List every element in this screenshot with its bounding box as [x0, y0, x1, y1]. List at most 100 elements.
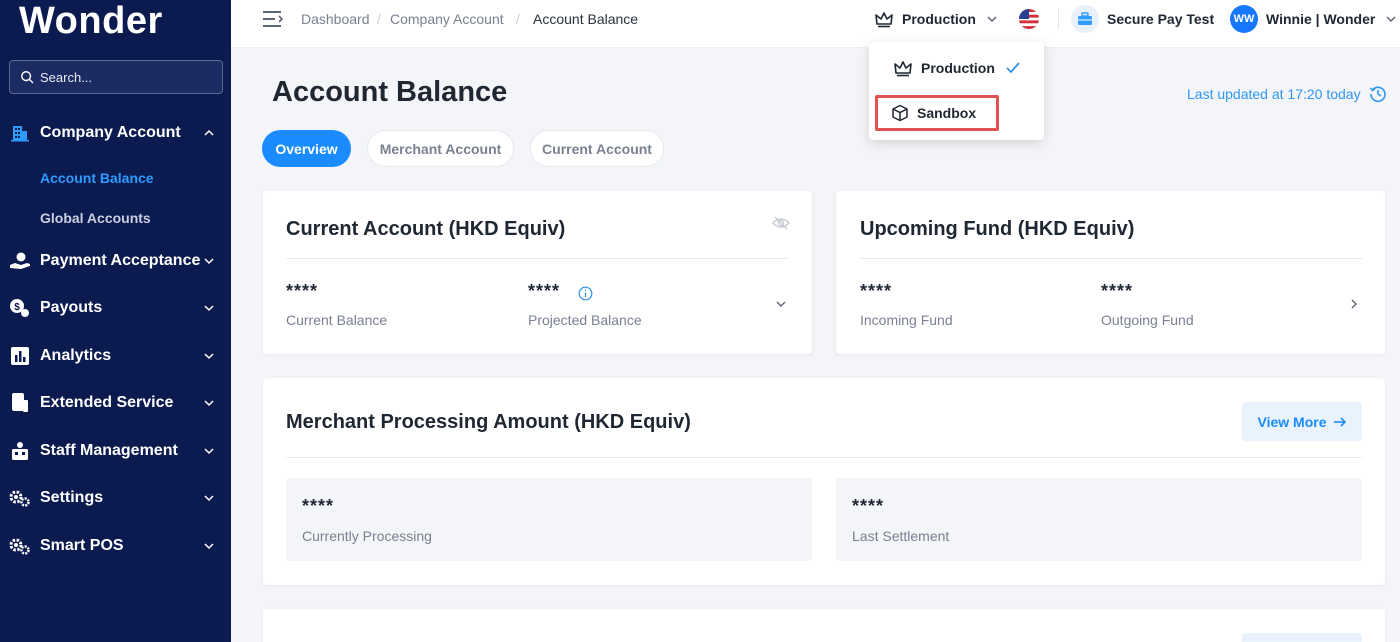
chevron-up-icon: [204, 129, 214, 136]
sidebar-item-label: Extended Service: [40, 394, 174, 411]
crown-icon: [875, 12, 893, 28]
chevron-down-icon: [204, 543, 214, 550]
env-option-sandbox[interactable]: Sandbox: [875, 95, 999, 131]
sidebar-subitem-account-balance[interactable]: Account Balance: [40, 170, 154, 186]
breadcrumb-separator: /: [377, 11, 381, 27]
tab-merchant-account[interactable]: Merchant Account: [367, 130, 514, 167]
outgoing-fund-value: ****: [1101, 281, 1134, 301]
chevron-down-icon: [1386, 16, 1396, 23]
hand-coin-icon: [9, 250, 31, 272]
last-updated-text: Last updated at 17:20 today: [1187, 86, 1361, 102]
cube-icon: [892, 104, 908, 122]
currently-processing-label: Currently Processing: [302, 528, 432, 544]
sidebar-item-payouts[interactable]: $ Payouts: [0, 286, 231, 330]
gears-icon: [9, 535, 31, 557]
breadcrumb-dashboard[interactable]: Dashboard: [301, 11, 370, 27]
env-option-label: Production: [921, 60, 995, 76]
merchant-processing-title: Merchant Processing Amount (HKD Equiv): [286, 411, 691, 433]
gears-icon: [9, 487, 31, 509]
payout-icon: $: [9, 297, 31, 319]
tab-current-account[interactable]: Current Account: [530, 130, 664, 167]
incoming-fund-value: ****: [860, 281, 893, 301]
checkmark-icon: [1006, 62, 1020, 74]
next-card: [263, 609, 1385, 642]
chevron-down-icon: [204, 353, 214, 360]
user-menu[interactable]: WW Winnie | Wonder: [1230, 5, 1397, 33]
menu-toggle-icon[interactable]: [261, 9, 285, 29]
environment-dropdown: Production Sandbox: [869, 42, 1044, 140]
tab-overview[interactable]: Overview: [262, 130, 351, 167]
environment-selector[interactable]: Production: [874, 7, 998, 31]
info-icon[interactable]: [578, 286, 593, 301]
top-divider: [1058, 8, 1059, 30]
search-box[interactable]: [9, 60, 223, 94]
merchant-name: Secure Pay Test: [1107, 11, 1215, 27]
current-account-card: Current Account (HKD Equiv) **** Current…: [263, 191, 812, 354]
incoming-fund-label: Incoming Fund: [860, 312, 953, 328]
chevron-down-icon: [204, 305, 214, 312]
user-name: Winnie | Wonder: [1266, 11, 1376, 27]
sidebar-item-payment-acceptance[interactable]: Payment Acceptance: [0, 239, 231, 283]
chevron-down-icon[interactable]: [774, 297, 788, 311]
sidebar-item-company-account[interactable]: Company Account: [0, 111, 231, 155]
search-input[interactable]: [40, 69, 210, 85]
chevron-down-icon: [204, 258, 214, 265]
staff-icon: [9, 440, 31, 462]
top-bar: Dashboard / Company Account / Account Ba…: [231, 0, 1400, 48]
avatar: WW: [1230, 5, 1258, 33]
eye-off-icon[interactable]: [772, 215, 790, 231]
env-option-production[interactable]: Production: [877, 52, 1033, 84]
upcoming-fund-card: Upcoming Fund (HKD Equiv) **** Incoming …: [836, 191, 1385, 354]
search-icon: [21, 71, 34, 84]
current-balance-label: Current Balance: [286, 312, 388, 328]
device-icon: [9, 392, 31, 414]
projected-balance-label: Projected Balance: [528, 312, 642, 328]
current-account-title: Current Account (HKD Equiv): [286, 218, 566, 240]
currently-processing-value: ****: [302, 496, 335, 516]
card-divider: [286, 457, 1362, 458]
sidebar-item-label: Staff Management: [40, 442, 178, 459]
current-balance-value: ****: [286, 281, 319, 301]
outgoing-fund-label: Outgoing Fund: [1101, 312, 1194, 328]
env-option-label: Sandbox: [917, 105, 977, 121]
environment-label: Production: [902, 11, 976, 27]
bar-chart-icon: [9, 345, 31, 367]
sidebar-item-extended-service[interactable]: Extended Service: [0, 381, 231, 425]
sidebar-item-settings[interactable]: Settings: [0, 476, 231, 520]
sidebar-subitem-global-accounts[interactable]: Global Accounts: [40, 210, 151, 226]
card-divider: [860, 258, 1363, 259]
next-card-button[interactable]: [1242, 633, 1362, 642]
crown-icon: [894, 61, 912, 77]
sidebar-item-smart-pos[interactable]: Smart POS: [0, 524, 231, 568]
last-settlement-panel: **** Last Settlement: [836, 478, 1362, 561]
chevron-down-icon: [204, 448, 214, 455]
arrow-right-icon: [1333, 416, 1346, 427]
briefcase-icon: [1071, 5, 1099, 33]
history-icon: [1369, 86, 1386, 103]
sidebar-item-staff-management[interactable]: Staff Management: [0, 429, 231, 473]
building-icon: [9, 122, 31, 144]
us-flag-icon[interactable]: [1019, 9, 1039, 29]
last-updated[interactable]: Last updated at 17:20 today: [1187, 85, 1387, 103]
chevron-down-icon: [987, 16, 997, 23]
view-more-button[interactable]: View More: [1242, 402, 1362, 441]
projected-balance-value: ****: [528, 281, 561, 301]
card-divider: [286, 258, 789, 259]
brand-logo[interactable]: Wonder: [19, 0, 163, 42]
chevron-down-icon: [204, 495, 214, 502]
upcoming-fund-title: Upcoming Fund (HKD Equiv): [860, 218, 1135, 240]
sidebar-item-label: Smart POS: [40, 537, 124, 554]
breadcrumb-account-balance: Account Balance: [533, 11, 639, 27]
sidebar-item-analytics[interactable]: Analytics: [0, 334, 231, 378]
sidebar-item-label: Payment Acceptance: [40, 252, 201, 269]
chevron-right-icon[interactable]: [1347, 297, 1361, 311]
sidebar-item-label: Analytics: [40, 347, 112, 364]
merchant-switcher[interactable]: Secure Pay Test: [1071, 5, 1214, 33]
chevron-down-icon: [204, 400, 214, 407]
svg-text:$: $: [14, 302, 20, 313]
last-settlement-value: ****: [852, 496, 885, 516]
sidebar-item-label: Payouts: [40, 299, 103, 316]
sidebar-item-label: Settings: [40, 489, 104, 506]
breadcrumb-company-account[interactable]: Company Account: [390, 11, 504, 27]
last-settlement-label: Last Settlement: [852, 528, 950, 544]
